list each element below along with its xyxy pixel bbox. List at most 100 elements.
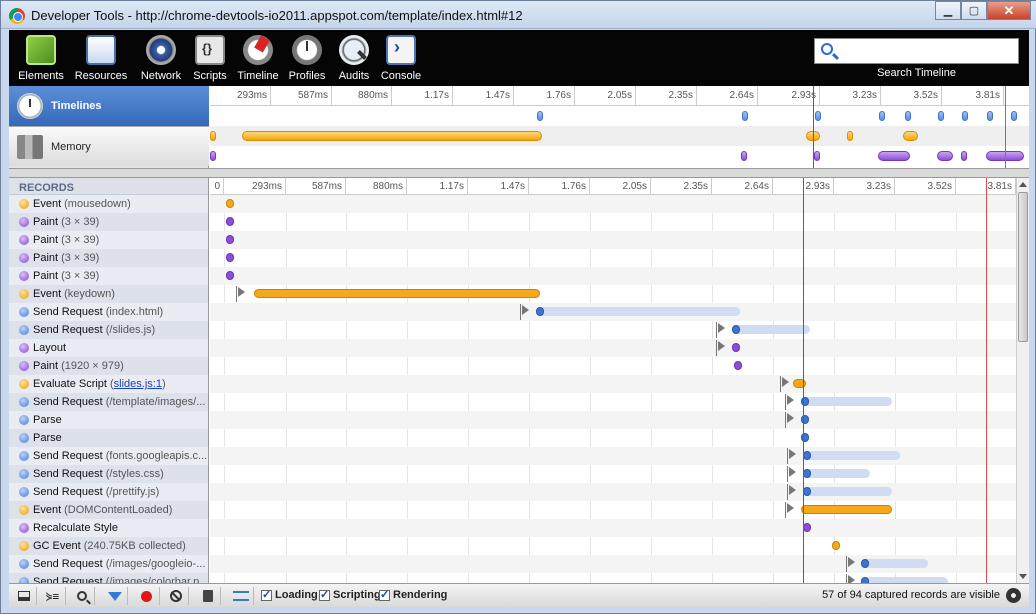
- tab-audits[interactable]: Audits: [333, 32, 375, 84]
- overview-item-memory[interactable]: Memory: [9, 126, 209, 166]
- expand-arrow-icon[interactable]: [787, 413, 794, 423]
- expand-arrow-icon[interactable]: [789, 467, 796, 477]
- record-graph-row[interactable]: [210, 249, 1016, 267]
- tab-network[interactable]: Network: [135, 32, 187, 84]
- record-graph-row[interactable]: [210, 429, 1016, 447]
- expand-arrow-icon[interactable]: [789, 449, 796, 459]
- search-input[interactable]: [841, 41, 1013, 61]
- record-graph-row[interactable]: [210, 213, 1016, 231]
- expand-arrow-icon[interactable]: [718, 341, 725, 351]
- maximize-button[interactable]: ▢: [961, 1, 987, 20]
- record-row[interactable]: GC Event (240.75KB collected): [9, 537, 208, 555]
- record-graph-row[interactable]: [210, 519, 1016, 537]
- record-row[interactable]: Parse: [9, 429, 208, 447]
- expand-arrow-icon[interactable]: [787, 395, 794, 405]
- expand-arrow-icon[interactable]: [718, 323, 725, 333]
- overview-toggle-button[interactable]: [228, 587, 254, 605]
- record-source-link[interactable]: slides.js:1: [114, 378, 162, 390]
- status-text: 57 of 94 captured records are visible: [822, 589, 1000, 601]
- loading-checkbox[interactable]: [261, 588, 272, 601]
- tab-elements[interactable]: Elements: [13, 32, 69, 84]
- overview-tick-label: 3.52s: [881, 86, 942, 105]
- tab-resources[interactable]: Resources: [71, 32, 131, 84]
- record-detail: (keydown): [64, 288, 115, 300]
- record-row[interactable]: Send Request (/slides.js): [9, 321, 208, 339]
- record-graph-row[interactable]: [210, 357, 1016, 375]
- dock-button[interactable]: [11, 587, 37, 605]
- filter-loading[interactable]: Loading: [261, 588, 318, 601]
- record-graph-row[interactable]: [210, 537, 1016, 555]
- expand-arrow-icon[interactable]: [789, 485, 796, 495]
- record-graph-row[interactable]: [210, 267, 1016, 285]
- record-row[interactable]: Evaluate Script (slides.js:1): [9, 375, 208, 393]
- record-row[interactable]: Send Request (/images/googleio-...: [9, 555, 208, 573]
- tab-timeline[interactable]: Timeline: [235, 32, 281, 84]
- record-graph-row[interactable]: [210, 285, 1016, 303]
- expand-arrow-icon[interactable]: [787, 503, 794, 513]
- record-row[interactable]: Send Request (/styles.css): [9, 465, 208, 483]
- record-graph-row[interactable]: [210, 465, 1016, 483]
- record-row[interactable]: Send Request (/template/images/...: [9, 393, 208, 411]
- record-row[interactable]: Event (DOMContentLoaded): [9, 501, 208, 519]
- record-graph-row[interactable]: [210, 501, 1016, 519]
- scripting-checkbox[interactable]: [319, 588, 330, 601]
- tab-scripts[interactable]: Scripts: [189, 32, 231, 84]
- record-graph-row[interactable]: [210, 321, 1016, 339]
- record-graph-row[interactable]: [210, 393, 1016, 411]
- record-row[interactable]: Recalculate Style: [9, 519, 208, 537]
- records-scrollbar[interactable]: [1016, 178, 1029, 583]
- overview-graph[interactable]: 293ms 587ms 880ms 1.17s 1.47s 1.76s 2.05s 2.35s…: [210, 86, 1029, 168]
- filter-button[interactable]: [102, 587, 128, 605]
- clear-button[interactable]: [163, 587, 189, 605]
- tab-console[interactable]: Console: [377, 32, 425, 84]
- overview-divider[interactable]: [9, 168, 1029, 178]
- overview-item-timelines[interactable]: Timelines: [9, 86, 209, 126]
- scroll-down-icon[interactable]: [1019, 574, 1027, 579]
- console-drawer-button[interactable]: ⋟≡: [40, 587, 66, 605]
- record-row[interactable]: Paint (3 × 39): [9, 249, 208, 267]
- record-row[interactable]: Paint (3 × 39): [9, 231, 208, 249]
- record-row[interactable]: Paint (3 × 39): [9, 213, 208, 231]
- record-row[interactable]: Event (mousedown): [9, 195, 208, 213]
- expand-arrow-icon[interactable]: [848, 575, 855, 583]
- record-row[interactable]: Parse: [9, 411, 208, 429]
- record-row[interactable]: Paint (1920 × 979): [9, 357, 208, 375]
- record-graph-row[interactable]: [210, 195, 1016, 213]
- gear-icon[interactable]: [1006, 588, 1021, 603]
- record-row[interactable]: Paint (3 × 39): [9, 267, 208, 285]
- garbage-collect-button[interactable]: [195, 587, 221, 605]
- record-detail: (3 × 39): [61, 216, 100, 228]
- record-graph-row[interactable]: [210, 555, 1016, 573]
- record-graph-row[interactable]: [210, 573, 1016, 583]
- tab-profiles[interactable]: Profiles: [285, 32, 329, 84]
- record-row[interactable]: Event (keydown): [9, 285, 208, 303]
- overview-tick-label: 1.17s: [392, 86, 453, 105]
- expand-arrow-icon[interactable]: [238, 287, 245, 297]
- rendering-checkbox[interactable]: [379, 588, 390, 601]
- scrollbar-thumb[interactable]: [1018, 192, 1028, 342]
- expand-arrow-icon[interactable]: [522, 305, 529, 315]
- scroll-up-icon[interactable]: [1019, 182, 1027, 187]
- record-title: Parse: [33, 414, 62, 426]
- overview-tick-label: 2.05s: [575, 86, 636, 105]
- record-graph-row[interactable]: [210, 339, 1016, 357]
- record-button[interactable]: [134, 587, 160, 605]
- record-graph-row[interactable]: [210, 483, 1016, 501]
- record-graph-row[interactable]: [210, 303, 1016, 321]
- record-row[interactable]: Send Request (/prettify.js): [9, 483, 208, 501]
- record-graph-row[interactable]: [210, 231, 1016, 249]
- record-row[interactable]: Send Request (index.html): [9, 303, 208, 321]
- record-graph-row[interactable]: [210, 375, 1016, 393]
- expand-arrow-icon[interactable]: [782, 377, 789, 387]
- filter-rendering[interactable]: Rendering: [379, 588, 447, 601]
- record-row[interactable]: Send Request (/images/colorbar.p...: [9, 573, 208, 583]
- filter-scripting[interactable]: Scripting: [319, 588, 381, 601]
- record-row[interactable]: Layout: [9, 339, 208, 357]
- record-row[interactable]: Send Request (fonts.googleapis.c...: [9, 447, 208, 465]
- close-button[interactable]: ✕: [987, 1, 1031, 20]
- minimize-button[interactable]: ▁: [935, 1, 961, 20]
- record-graph-row[interactable]: [210, 411, 1016, 429]
- search-button[interactable]: [69, 587, 95, 605]
- record-graph-row[interactable]: [210, 447, 1016, 465]
- expand-arrow-icon[interactable]: [848, 557, 855, 567]
